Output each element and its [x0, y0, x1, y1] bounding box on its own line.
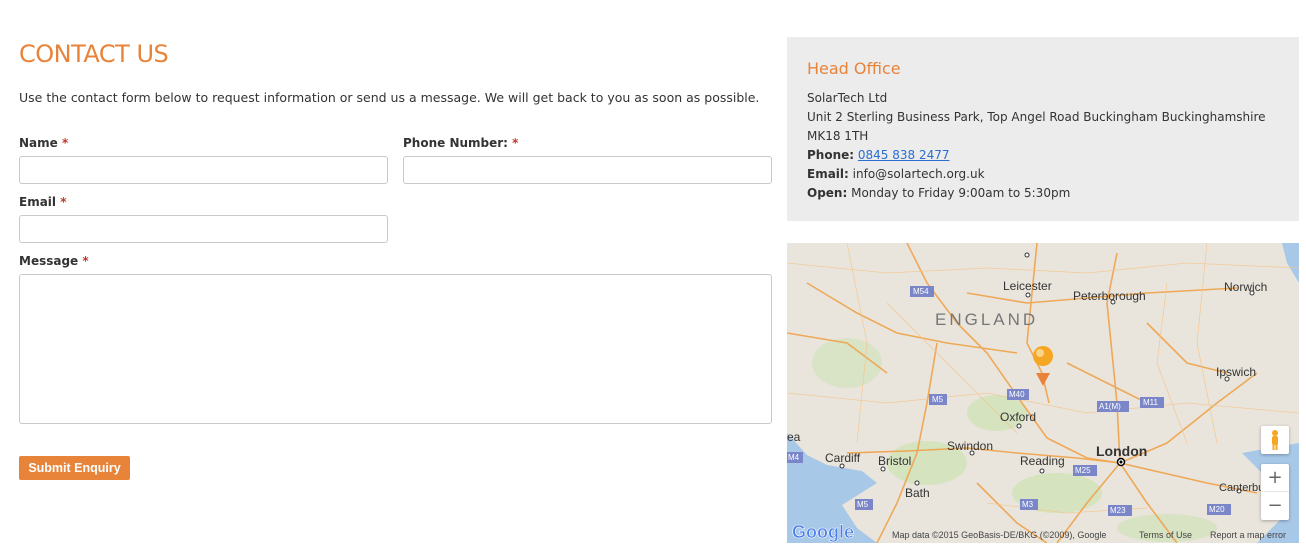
phone-link[interactable]: 0845 838 2477 — [858, 148, 950, 162]
pegman-icon — [1272, 430, 1278, 450]
svg-text:Peterborough: Peterborough — [1073, 289, 1146, 303]
phone-label: Phone Number: * — [403, 136, 519, 150]
svg-text:ea: ea — [787, 430, 801, 444]
terms-of-use-link[interactable]: Terms of Use — [1139, 530, 1192, 540]
email-field[interactable] — [19, 215, 388, 243]
phone-line: Phone: 0845 838 2477 — [807, 148, 950, 162]
svg-text:London: London — [1096, 443, 1147, 459]
svg-text:M25: M25 — [1075, 466, 1091, 475]
company-name: SolarTech Ltd — [807, 91, 888, 105]
email-label: Email * — [19, 195, 67, 209]
svg-text:Oxford: Oxford — [1000, 410, 1036, 424]
office-heading: Head Office — [807, 59, 901, 78]
submit-enquiry-button[interactable]: Submit Enquiry — [19, 456, 130, 480]
location-map[interactable]: M54 M40 M5 A1(M) M11 M4 M25 M3 M23 M20 M… — [787, 243, 1299, 543]
svg-text:Reading: Reading — [1020, 454, 1065, 468]
phone-field[interactable] — [403, 156, 772, 184]
svg-text:A1(M): A1(M) — [1099, 402, 1121, 411]
google-logo: Google — [792, 522, 854, 542]
svg-text:M40: M40 — [1009, 390, 1025, 399]
svg-text:Swindon: Swindon — [947, 439, 993, 453]
svg-text:M54: M54 — [913, 287, 929, 296]
name-label: Name * — [19, 136, 69, 150]
zoom-in-button[interactable]: + — [1261, 464, 1289, 492]
report-map-error-link[interactable]: Report a map error — [1210, 530, 1286, 540]
map-canvas: M54 M40 M5 A1(M) M11 M4 M25 M3 M23 M20 M… — [787, 243, 1299, 543]
intro-text: Use the contact form below to request in… — [19, 90, 760, 105]
postcode: MK18 1TH — [807, 129, 869, 143]
svg-text:M5: M5 — [932, 395, 944, 404]
page-title: CONTACT US — [19, 40, 169, 68]
svg-text:M11: M11 — [1143, 398, 1159, 407]
svg-text:M4: M4 — [788, 453, 800, 462]
open-hours-line: Open: Monday to Friday 9:00am to 5:30pm — [807, 186, 1071, 200]
open-hours: Monday to Friday 9:00am to 5:30pm — [851, 186, 1071, 200]
map-attribution: Map data ©2015 GeoBasis-DE/BKG (©2009), … — [892, 530, 1107, 540]
svg-text:Norwich: Norwich — [1224, 280, 1267, 294]
zoom-out-button[interactable]: − — [1261, 492, 1289, 520]
email-text: info@solartech.org.uk — [852, 167, 985, 181]
map-region-label: ENGLAND — [935, 310, 1038, 329]
required-mark: * — [512, 136, 519, 150]
head-office-panel: Head Office SolarTech Ltd Unit 2 Sterlin… — [787, 37, 1299, 221]
message-label: Message * — [19, 254, 89, 268]
svg-text:Cardiff: Cardiff — [825, 451, 861, 465]
svg-text:Bristol: Bristol — [878, 454, 911, 468]
svg-text:Ipswich: Ipswich — [1216, 365, 1256, 379]
name-field[interactable] — [19, 156, 388, 184]
required-mark: * — [82, 254, 89, 268]
message-field[interactable] — [19, 274, 772, 424]
svg-text:M20: M20 — [1209, 505, 1225, 514]
location-pin-icon — [1033, 346, 1053, 386]
address: Unit 2 Sterling Business Park, Top Angel… — [807, 110, 1266, 124]
street-view-button[interactable] — [1261, 426, 1289, 454]
svg-text:M5: M5 — [857, 500, 869, 509]
required-mark: * — [60, 195, 67, 209]
svg-text:M23: M23 — [1110, 506, 1126, 515]
svg-text:M3: M3 — [1022, 500, 1034, 509]
required-mark: * — [61, 136, 69, 150]
svg-text:Leicester: Leicester — [1003, 279, 1052, 293]
svg-text:Bath: Bath — [905, 486, 930, 500]
zoom-control: + − — [1261, 464, 1289, 520]
email-line: Email: info@solartech.org.uk — [807, 167, 985, 181]
